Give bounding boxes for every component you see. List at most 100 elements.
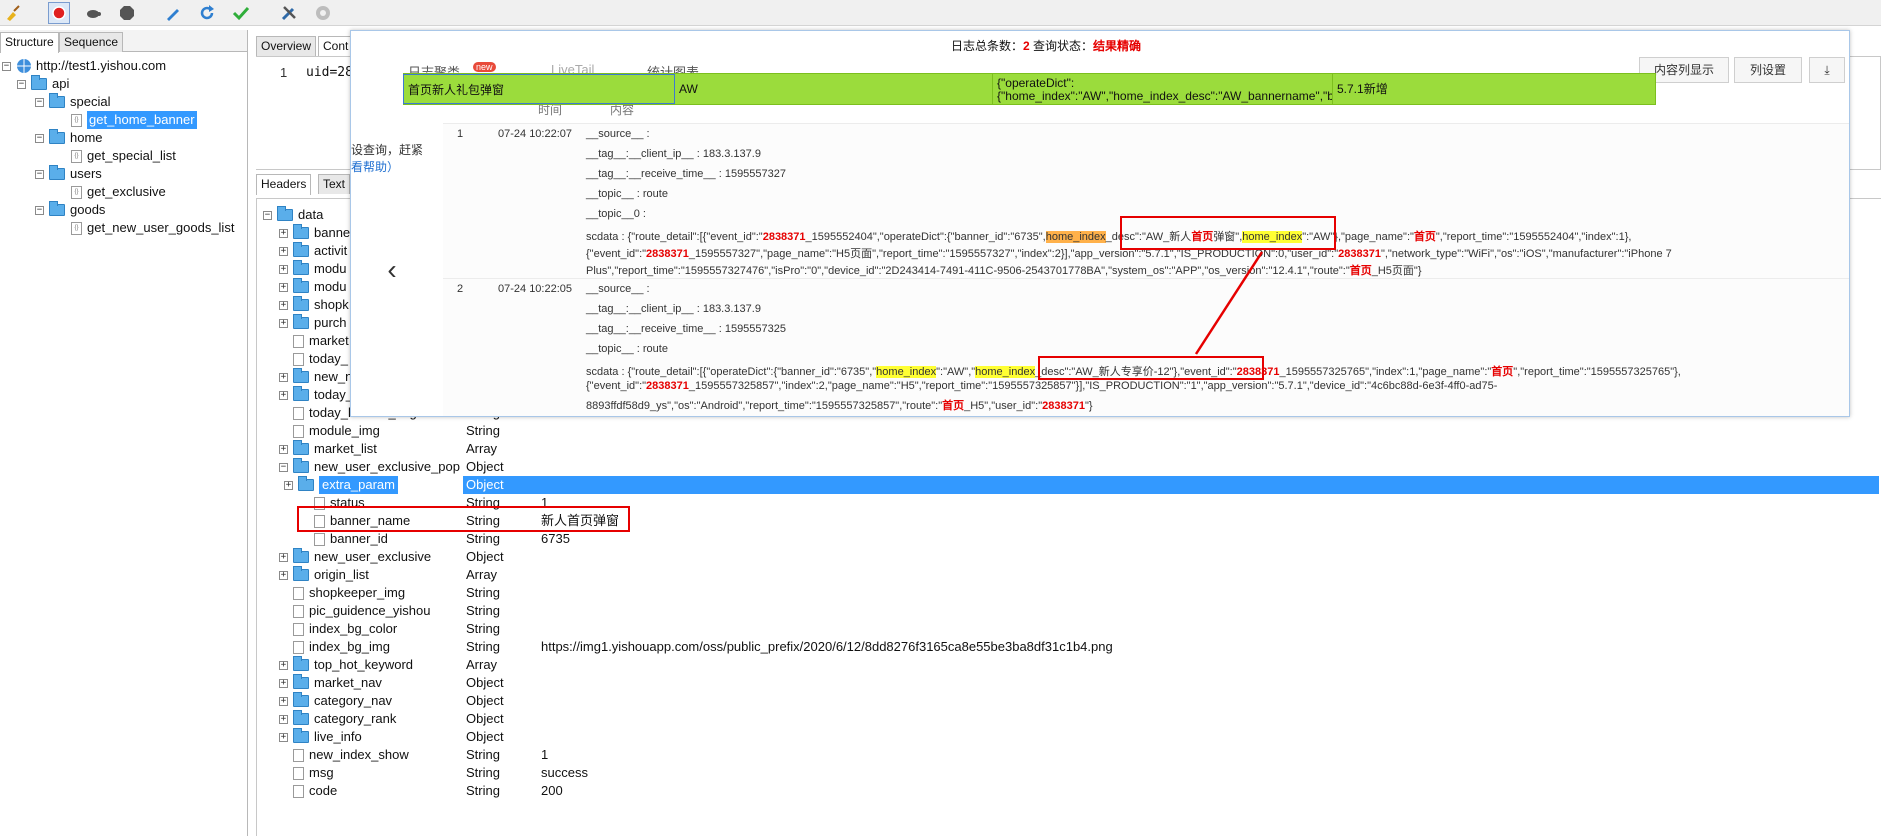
expand-icon[interactable]: + — [279, 264, 288, 274]
json-tree-row[interactable]: + top_hot_keyword Array — [257, 656, 1881, 674]
json-key: + market_list — [279, 440, 377, 458]
json-tree-row[interactable]: + category_rank Object — [257, 710, 1881, 728]
json-tree-row[interactable]: index_bg_color String — [257, 620, 1881, 638]
collapse-icon[interactable]: − — [35, 169, 44, 179]
tab-contents[interactable]: Cont — [318, 36, 354, 57]
entry-source: __source__ : — [586, 128, 650, 140]
json-tree-row[interactable]: msg String success — [257, 764, 1881, 782]
broom-icon[interactable] — [2, 2, 24, 24]
json-tree-row[interactable]: shopkeeper_img String — [257, 584, 1881, 602]
tab-headers[interactable]: Headers — [256, 174, 312, 195]
json-tree-row[interactable]: code String 200 — [257, 782, 1881, 800]
json-tree-row[interactable]: + market_list Array — [257, 440, 1881, 458]
json-tree-row[interactable]: + new_user_exclusive Object — [257, 548, 1881, 566]
expand-icon[interactable]: + — [279, 678, 288, 688]
expand-icon[interactable]: + — [279, 552, 288, 562]
json-key-label: top_hot_keyword — [314, 657, 414, 672]
expand-icon[interactable]: + — [279, 660, 288, 670]
tree-node-get-special-list[interactable]: {} get_special_list — [71, 147, 176, 165]
tree-node-api[interactable]: − api — [17, 75, 69, 93]
tab-text[interactable]: Text — [318, 174, 351, 194]
file-icon — [314, 514, 325, 528]
json-key-label: index_bg_img — [309, 639, 390, 654]
expand-icon[interactable]: + — [279, 228, 288, 238]
expand-icon[interactable]: + — [279, 714, 288, 724]
column-settings-button[interactable]: 列设置 — [1734, 57, 1802, 83]
json-tree-row[interactable]: + live_info Object — [257, 728, 1881, 746]
collapse-icon[interactable]: − — [35, 133, 44, 143]
collapse-icon[interactable]: − — [35, 205, 44, 215]
json-key: index_bg_img — [279, 638, 390, 656]
log-status-bar: 日志总条数：2 查询状态：结果精确 日志聚类 new LiveTail 统计图表 — [351, 31, 1849, 80]
expand-icon[interactable]: + — [279, 318, 288, 328]
folder-icon — [293, 260, 309, 275]
tree-label: goods — [70, 202, 106, 217]
json-tree-row[interactable]: new_index_show String 1 — [257, 746, 1881, 764]
tree-node-get-new-user-goods-list[interactable]: {} get_new_user_goods_list — [71, 219, 234, 237]
json-tree-row[interactable]: banner_name String 新人首页弹窗 — [257, 512, 1881, 530]
query-status-label: 查询状态： — [1029, 39, 1094, 53]
download-button[interactable]: ⤓ — [1809, 57, 1845, 83]
expand-icon[interactable]: + — [279, 696, 288, 706]
tab-structure[interactable]: Structure — [0, 32, 59, 53]
record-icon[interactable] — [48, 2, 70, 24]
expand-icon[interactable]: + — [279, 372, 288, 382]
tree-node-get-home-banner[interactable]: {} get_home_banner — [71, 111, 197, 129]
tree-node-goods[interactable]: − goods — [35, 201, 105, 219]
tree-node-get-exclusive[interactable]: {} get_exclusive — [71, 183, 166, 201]
pen-icon[interactable] — [162, 2, 184, 24]
stop-icon[interactable] — [116, 2, 138, 24]
check-icon[interactable] — [230, 2, 252, 24]
json-tree-row[interactable]: + origin_list Array — [257, 566, 1881, 584]
text: ":"AW"},"page_name":" — [1302, 231, 1414, 243]
folder-icon — [31, 75, 47, 90]
tree-label: special — [70, 94, 111, 109]
settings-gear-icon[interactable] — [312, 2, 334, 24]
expand-icon[interactable]: + — [279, 282, 288, 292]
json-tree-row[interactable]: + category_nav Object — [257, 692, 1881, 710]
tools-icon[interactable] — [278, 2, 300, 24]
tree-node-users[interactable]: − users — [35, 165, 102, 183]
expand-icon[interactable]: + — [279, 300, 288, 310]
json-tree-row[interactable]: − new_user_exclusive_pop Object — [257, 458, 1881, 476]
text: _H5页面"} — [1371, 265, 1422, 277]
text: "} — [1084, 400, 1093, 412]
json-key-label: today_ — [309, 351, 349, 366]
collapse-icon[interactable]: − — [17, 79, 26, 89]
entry-client-ip: __tag__:__client_ip__ : 183.3.137.9 — [586, 148, 761, 160]
expand-icon[interactable]: + — [279, 732, 288, 742]
help-link[interactable]: 看帮助） — [351, 158, 443, 175]
highlighted-config-row: 首页新人礼包弹窗 AW {"operateDict":{"home_index"… — [403, 73, 1656, 105]
refresh-icon[interactable] — [196, 2, 218, 24]
tree-node-special[interactable]: − special — [35, 93, 110, 111]
folder-icon — [293, 440, 309, 455]
json-tree-row[interactable]: index_bg_img String https://img1.yishouapp… — [257, 638, 1881, 656]
json-tree-row[interactable]: pic_guidence_yishou String — [257, 602, 1881, 620]
expand-icon[interactable]: + — [279, 570, 288, 580]
tree-node-home[interactable]: − home — [35, 129, 103, 147]
tab-overview[interactable]: Overview — [256, 36, 317, 56]
collapse-icon[interactable]: − — [35, 97, 44, 107]
turtle-icon[interactable] — [82, 2, 104, 24]
json-type: String — [466, 495, 500, 510]
json-tree-row[interactable]: banner_id String 6735 — [257, 530, 1881, 548]
expand-icon[interactable]: + — [279, 246, 288, 256]
folder-icon — [293, 242, 309, 257]
json-tree-row[interactable]: module_img String — [257, 422, 1881, 440]
collapse-icon[interactable]: − — [263, 210, 272, 220]
file-icon — [293, 334, 304, 348]
json-tree-row[interactable]: + extra_param Object — [257, 476, 1881, 494]
collapse-icon[interactable]: − — [2, 61, 11, 71]
home-index-highlight: home_index — [1242, 231, 1303, 243]
json-tree-row[interactable]: status String 1 — [257, 494, 1881, 512]
json-key-label: market — [309, 333, 349, 348]
tab-sequence[interactable]: Sequence — [59, 32, 124, 52]
tree-root[interactable]: − http://test1.yishou.com — [2, 57, 166, 75]
json-tree-row[interactable]: + market_nav Object — [257, 674, 1881, 692]
expand-icon[interactable]: + — [279, 444, 288, 454]
prev-arrow-icon[interactable]: ‹ — [371, 249, 413, 291]
tree-label: get_new_user_goods_list — [87, 220, 235, 235]
expand-icon[interactable]: + — [279, 390, 288, 400]
collapse-icon[interactable]: − — [279, 462, 288, 472]
expand-icon[interactable]: + — [284, 480, 293, 490]
